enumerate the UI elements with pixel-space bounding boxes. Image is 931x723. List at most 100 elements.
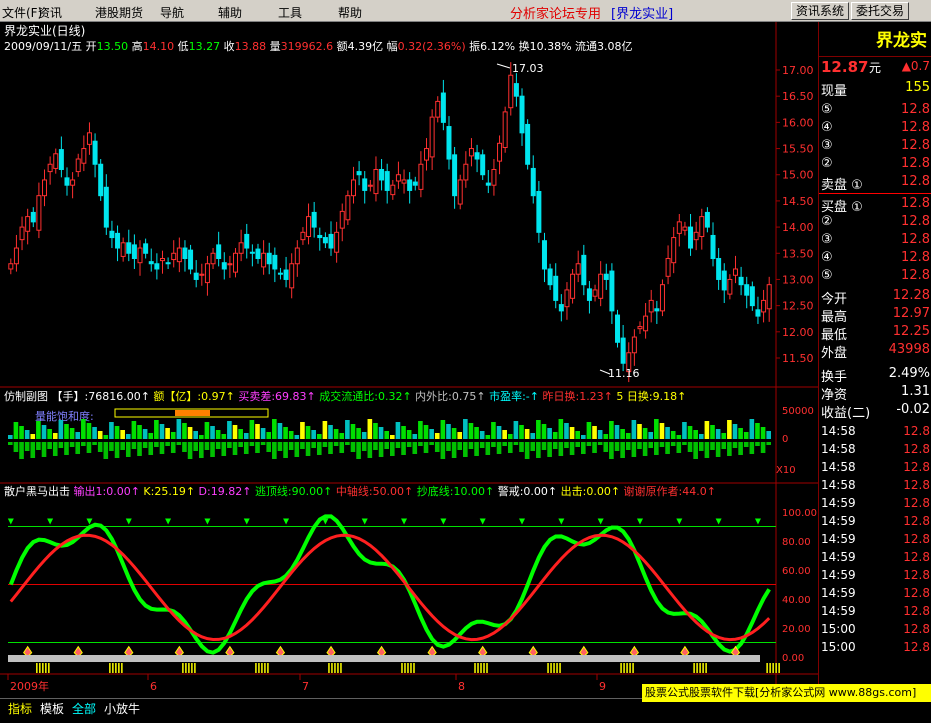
high-label: 17.03: [512, 62, 544, 75]
candle-body: [255, 248, 261, 260]
signal-tick: [45, 663, 47, 673]
volume-bar-up: [530, 433, 536, 439]
candle-body: [345, 195, 351, 221]
signal-tick: [112, 663, 114, 673]
signal-tick: [328, 663, 330, 673]
stat2-row-2-label: 收益(二): [821, 406, 871, 421]
volume-bar-down: [92, 442, 97, 445]
bottom-tab-0[interactable]: 指标: [4, 701, 36, 719]
volume-bar-up: [693, 430, 698, 439]
menu-item-3[interactable]: 导航: [160, 4, 184, 21]
candle-body: [637, 326, 643, 330]
trade-price: 12.8: [903, 424, 930, 438]
volume-bar-up: [361, 432, 367, 439]
menu-item-1[interactable]: 资讯: [38, 4, 62, 21]
ad-banner[interactable]: 股票公式股票软件下载[分析家公式网 www.88gs.com]: [642, 684, 931, 702]
signal-tick: [337, 663, 339, 673]
quote-line-part: 4.39亿: [348, 40, 387, 53]
menu-item-4[interactable]: 辅助: [218, 4, 242, 21]
sub2-header-part: 散户黑马出击: [4, 484, 74, 498]
volume-bar-up: [597, 430, 603, 439]
menu-item-0[interactable]: 文件(F): [2, 4, 42, 21]
menu-item-5[interactable]: 工具: [278, 4, 302, 21]
signal-tick: [404, 663, 406, 673]
volume-bar-up: [345, 420, 350, 439]
volume-row-value: 155: [905, 80, 930, 95]
volume-bar-down: [401, 442, 406, 455]
volume-bar-up: [614, 425, 620, 439]
signal-tick: [401, 663, 403, 673]
volume-bar-down: [356, 442, 361, 459]
quote-line-part: 13.88: [235, 40, 270, 53]
volume-bar-down: [429, 442, 434, 445]
trade-price: 12.8: [903, 442, 930, 456]
volume-bar-down: [19, 442, 24, 459]
info-system-button[interactable]: 资讯系统: [791, 2, 850, 20]
volume-bar-down: [479, 442, 485, 448]
volume-bar-up: [232, 425, 238, 439]
volume-bar-up: [238, 429, 243, 439]
candle-body: [322, 237, 328, 244]
candle-body: [502, 111, 508, 148]
volume-bar-up: [564, 423, 569, 439]
volume-bar-up: [631, 420, 637, 439]
volume-bar-down: [193, 442, 198, 451]
volume-bar-up: [227, 421, 232, 439]
sell-arrow-icon: [361, 518, 368, 525]
volume-bar-up: [434, 433, 440, 439]
candle-body: [732, 268, 738, 276]
volume-bar-down: [277, 442, 283, 451]
candle-body: [474, 152, 480, 160]
volume-bar-up: [743, 432, 749, 439]
y-tick-label: 17.00: [782, 64, 814, 77]
trade-button[interactable]: 委托交易: [851, 2, 910, 20]
volume-bar-up: [277, 423, 283, 439]
volume-bar-up: [255, 424, 260, 439]
volume-bar-up: [103, 435, 109, 439]
volume-bar-down: [687, 442, 693, 452]
candle-body: [519, 95, 525, 134]
volume-bar-up: [552, 432, 558, 439]
trade-price: 12.8: [903, 604, 930, 618]
volume-bar-down: [502, 442, 507, 446]
trade-row: 14:58 12.8: [819, 442, 931, 460]
trade-price: 12.8: [903, 568, 930, 582]
signal-tick: [267, 663, 269, 673]
volume-bar-up: [513, 421, 519, 439]
volume-bar-down: [64, 442, 69, 455]
volume-bar-down: [631, 442, 637, 457]
volume-bar-up: [519, 425, 524, 439]
candle-body: [659, 284, 665, 312]
candle-body: [233, 252, 239, 273]
candle-body: [401, 179, 407, 184]
trade-row: 15:00 12.8: [819, 640, 931, 658]
volume-bar-down: [463, 442, 468, 457]
volume-bar-down: [227, 442, 232, 448]
candle-body: [648, 299, 654, 313]
trade-row: 14:58 12.8: [819, 478, 931, 496]
signal-tick: [191, 663, 193, 673]
sell-level-1-value: 12.8: [901, 174, 930, 189]
volume-bar-down: [704, 442, 710, 458]
bottom-tab-2[interactable]: 全部: [68, 701, 100, 719]
bottom-tab-3[interactable]: 小放牛: [100, 701, 144, 719]
menu-item-6[interactable]: 帮助: [338, 4, 362, 21]
signal-tick: [705, 663, 707, 673]
volume-bar-up: [760, 427, 766, 439]
candle-body: [395, 174, 401, 182]
menu-item-2[interactable]: 港股期货: [95, 4, 143, 21]
candle-body: [362, 178, 368, 191]
stat-row-2-label: 最低: [821, 328, 848, 343]
trade-price: 12.8: [903, 586, 930, 600]
bottom-tab-1[interactable]: 模板: [36, 701, 68, 719]
buy-level-5-value: 12.8: [901, 268, 930, 283]
candle-body: [70, 179, 76, 186]
volume-bar-up: [182, 423, 187, 439]
stat2-row-1-value: 1.31: [901, 384, 930, 399]
volume-bar-down: [86, 442, 92, 453]
quote-line-part: 2009/09/11/五: [4, 40, 86, 53]
sell-arrow-icon: [597, 518, 604, 525]
candle-body: [485, 182, 491, 186]
sub2-y-label: 100.00: [782, 508, 817, 519]
candle-body: [47, 163, 53, 173]
